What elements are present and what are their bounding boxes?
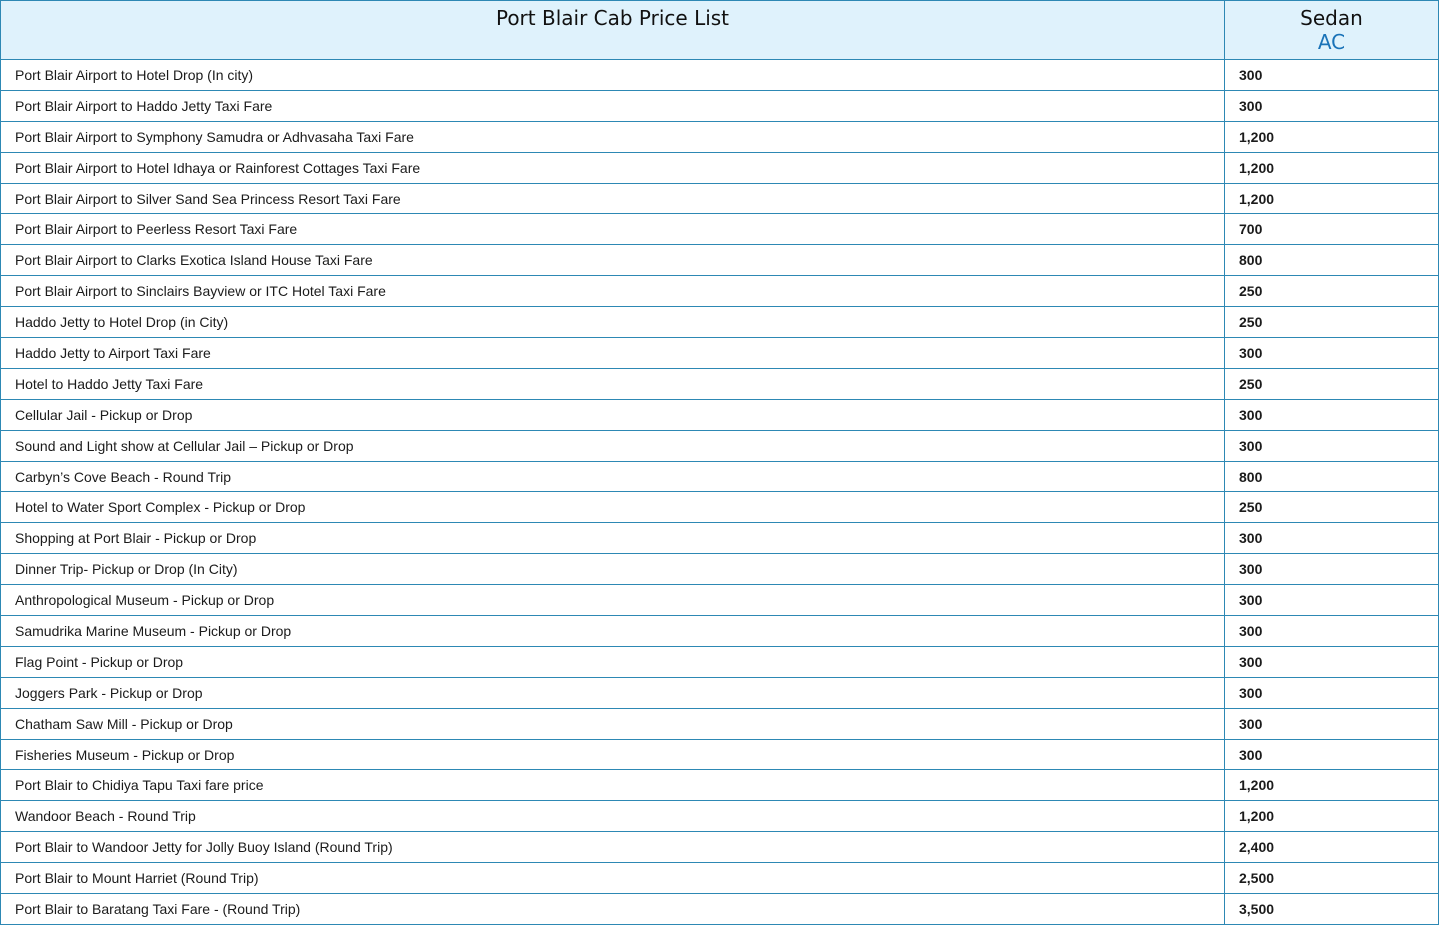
table-row: Haddo Jetty to Airport Taxi Fare 300 [0, 337, 1439, 369]
table-row: Cellular Jail - Pickup or Drop 300 [0, 398, 1439, 431]
table-row: Port Blair Airport to Silver Sand Sea Pr… [0, 182, 1439, 215]
table-row: Anthropological Museum - Pickup or Drop 3… [0, 584, 1439, 617]
table-row: Port Blair Airport to Haddo Jetty Taxi F… [0, 89, 1439, 122]
route-cell: Haddo Jetty to Hotel Drop (in City) [0, 306, 1225, 339]
table-row: Samudrika Marine Museum - Pickup or Drop… [0, 615, 1439, 647]
route-cell: Hotel to Water Sport Complex - Pickup or… [0, 491, 1225, 524]
table-row: Dinner Trip- Pickup or Drop (In City) 300 [0, 553, 1439, 586]
table-row: Port Blair Airport to Hotel Idhaya or Ra… [0, 151, 1439, 184]
route-cell: Port Blair Airport to Peerless Resort Ta… [0, 213, 1225, 246]
table-row: Chatham Saw Mill - Pickup or Drop 300 [0, 707, 1439, 740]
price-cell: 250 [1224, 275, 1439, 308]
route-cell: Anthropological Museum - Pickup or Drop [0, 584, 1225, 617]
table-row: Flag Point - Pickup or Drop 300 [0, 645, 1439, 678]
price-cell: 1,200 [1224, 151, 1439, 184]
route-cell: Port Blair Airport to Haddo Jetty Taxi F… [0, 89, 1225, 122]
price-cell: 300 [1224, 707, 1439, 740]
price-cell: 300 [1224, 59, 1439, 91]
route-cell: Port Blair Airport to Symphony Samudra o… [0, 120, 1225, 153]
route-cell: Haddo Jetty to Airport Taxi Fare [0, 337, 1225, 369]
route-cell: Port Blair Airport to Hotel Idhaya or Ra… [0, 151, 1225, 184]
route-cell: Cellular Jail - Pickup or Drop [0, 398, 1225, 431]
price-cell: 1,200 [1224, 182, 1439, 215]
table-row: Port Blair to Mount Harriet (Round Trip)… [0, 862, 1439, 895]
price-cell: 2,400 [1224, 831, 1439, 864]
route-cell: Samudrika Marine Museum - Pickup or Drop [0, 615, 1225, 647]
price-cell: 300 [1224, 429, 1439, 462]
route-cell: Joggers Park - Pickup or Drop [0, 676, 1225, 709]
route-cell: Sound and Light show at Cellular Jail – … [0, 429, 1225, 462]
route-cell: Fisheries Museum - Pickup or Drop [0, 738, 1225, 771]
route-cell: Port Blair to Mount Harriet (Round Trip) [0, 862, 1225, 895]
table-body: Port Blair Airport to Hotel Drop (In cit… [0, 59, 1439, 925]
vehicle-type-label: Sedan [1300, 6, 1363, 30]
route-cell: Shopping at Port Blair - Pickup or Drop [0, 522, 1225, 555]
price-cell: 300 [1224, 645, 1439, 678]
route-cell: Port Blair to Wandoor Jetty for Jolly Bu… [0, 831, 1225, 864]
route-cell: Port Blair to Chidiya Tapu Taxi fare pri… [0, 769, 1225, 802]
route-cell: Port Blair Airport to Silver Sand Sea Pr… [0, 182, 1225, 215]
price-cell: 1,200 [1224, 800, 1439, 833]
table-row: Fisheries Museum - Pickup or Drop 300 [0, 738, 1439, 771]
price-cell: 250 [1224, 306, 1439, 339]
table-row: Joggers Park - Pickup or Drop 300 [0, 676, 1439, 709]
table-row: Port Blair to Baratang Taxi Fare - (Roun… [0, 893, 1439, 925]
table-row: Carbyn’s Cove Beach - Round Trip 800 [0, 460, 1439, 493]
price-cell: 250 [1224, 367, 1439, 400]
header-row: Port Blair Cab Price List Sedan AC [0, 0, 1439, 60]
route-cell: Chatham Saw Mill - Pickup or Drop [0, 707, 1225, 740]
table-row: Haddo Jetty to Hotel Drop (in City) 250 [0, 306, 1439, 339]
table-row: Port Blair to Wandoor Jetty for Jolly Bu… [0, 831, 1439, 864]
price-cell: 300 [1224, 738, 1439, 771]
price-cell: 300 [1224, 89, 1439, 122]
route-cell: Dinner Trip- Pickup or Drop (In City) [0, 553, 1225, 586]
table-header: Port Blair Cab Price List Sedan AC [0, 0, 1439, 60]
route-cell: Wandoor Beach - Round Trip [0, 800, 1225, 833]
cab-price-table: Port Blair Cab Price List Sedan AC Port … [0, 0, 1439, 925]
table-row: Port Blair Airport to Symphony Samudra o… [0, 120, 1439, 153]
price-cell: 800 [1224, 460, 1439, 493]
table-row: Wandoor Beach - Round Trip 1,200 [0, 800, 1439, 833]
price-cell: 700 [1224, 213, 1439, 246]
route-cell: Hotel to Haddo Jetty Taxi Fare [0, 367, 1225, 400]
table-row: Port Blair Airport to Sinclairs Bayview … [0, 275, 1439, 308]
table-row: Hotel to Water Sport Complex - Pickup or… [0, 491, 1439, 524]
price-column-header: Sedan AC [1224, 0, 1439, 60]
route-cell: Port Blair to Baratang Taxi Fare - (Roun… [0, 893, 1225, 925]
price-cell: 2,500 [1224, 862, 1439, 895]
table-row: Port Blair Airport to Peerless Resort Ta… [0, 213, 1439, 246]
table-row: Sound and Light show at Cellular Jail – … [0, 429, 1439, 462]
price-cell: 300 [1224, 522, 1439, 555]
price-cell: 1,200 [1224, 120, 1439, 153]
price-cell: 300 [1224, 676, 1439, 709]
price-cell: 3,500 [1224, 893, 1439, 925]
table-title: Port Blair Cab Price List [495, 6, 730, 30]
route-column-header: Port Blair Cab Price List [0, 0, 1225, 60]
route-cell: Carbyn’s Cove Beach - Round Trip [0, 460, 1225, 493]
table-row: Shopping at Port Blair - Pickup or Drop 3… [0, 522, 1439, 555]
price-cell: 300 [1224, 615, 1439, 647]
price-cell: 250 [1224, 491, 1439, 524]
table-row: Hotel to Haddo Jetty Taxi Fare 250 [0, 367, 1439, 400]
table-row: Port Blair Airport to Clarks Exotica Isl… [0, 244, 1439, 277]
vehicle-class-label: AC [1317, 30, 1346, 54]
route-cell: Flag Point - Pickup or Drop [0, 645, 1225, 678]
route-cell: Port Blair Airport to Sinclairs Bayview … [0, 275, 1225, 308]
price-cell: 800 [1224, 244, 1439, 277]
route-cell: Port Blair Airport to Hotel Drop (In cit… [0, 59, 1225, 91]
table-row: Port Blair to Chidiya Tapu Taxi fare pri… [0, 769, 1439, 802]
price-cell: 300 [1224, 584, 1439, 617]
price-cell: 300 [1224, 553, 1439, 586]
price-cell: 1,200 [1224, 769, 1439, 802]
table-row: Port Blair Airport to Hotel Drop (In cit… [0, 59, 1439, 91]
price-cell: 300 [1224, 337, 1439, 369]
route-cell: Port Blair Airport to Clarks Exotica Isl… [0, 244, 1225, 277]
price-cell: 300 [1224, 398, 1439, 431]
